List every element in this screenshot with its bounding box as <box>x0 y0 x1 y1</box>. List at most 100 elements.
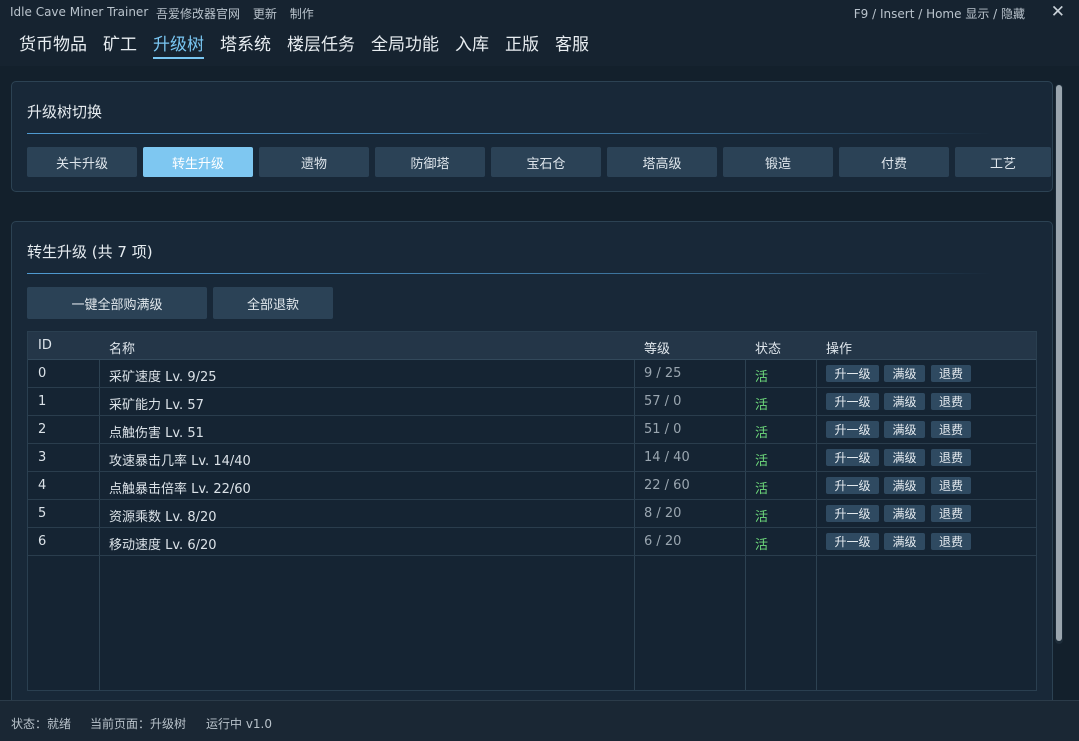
status-text: 状态：就绪 <box>11 717 72 731</box>
cell-id: 6 <box>38 534 47 549</box>
tree-tab-forge[interactable]: 锻造 <box>723 147 833 177</box>
tree-tab-relics[interactable]: 遗物 <box>259 147 369 177</box>
upgrade-one-button[interactable]: 升一级 <box>826 533 879 550</box>
table-row: 6 移动速度 Lv. 6/20 6 / 20 活 升一级 满级 退费 <box>28 528 1036 556</box>
column-header-level: 等级 <box>644 342 671 357</box>
column-header-id: ID <box>38 338 52 353</box>
cell-id: 0 <box>38 366 47 381</box>
upgrade-one-button[interactable]: 升一级 <box>826 449 879 466</box>
refund-button[interactable]: 退费 <box>931 477 971 494</box>
close-icon[interactable]: ✕ <box>1051 2 1065 22</box>
refund-all-button[interactable]: 全部退款 <box>213 287 333 319</box>
main-nav: 货币物品 矿工 升级树 塔系统 楼层任务 全局功能 入库 正版 客服 <box>0 28 1079 62</box>
link-official-site[interactable]: 吾爱修改器官网 <box>156 7 240 21</box>
title-bar: Idle Cave Miner Trainer 吾爱修改器官网 更新 制作 F9… <box>0 0 1079 26</box>
cell-level: 9 / 25 <box>644 366 682 381</box>
cell-id: 1 <box>38 394 47 409</box>
tab-support[interactable]: 客服 <box>555 30 589 55</box>
column-header-ops: 操作 <box>826 342 853 357</box>
app-title: Idle Cave Miner Trainer <box>10 5 149 19</box>
table-row: 1 采矿能力 Lv. 57 57 / 0 活 升一级 满级 退费 <box>28 388 1036 416</box>
cell-name: 采矿速度 Lv. 9/25 <box>109 370 217 385</box>
cell-level: 51 / 0 <box>644 422 682 437</box>
column-header-name: 名称 <box>109 342 136 357</box>
cell-level: 22 / 60 <box>644 478 690 493</box>
tab-upgrade-tree[interactable]: 升级树 <box>153 30 204 59</box>
table-row: 0 采矿速度 Lv. 9/25 9 / 25 活 升一级 满级 退费 <box>28 360 1036 388</box>
max-level-button[interactable]: 满级 <box>884 533 925 550</box>
status-bar: 状态：就绪 当前页面：升级树 运行中 v1.0 <box>0 700 1079 741</box>
tree-tab-gem-vault[interactable]: 宝石仓 <box>491 147 601 177</box>
cell-level: 6 / 20 <box>644 534 682 549</box>
upgrade-one-button[interactable]: 升一级 <box>826 365 879 382</box>
max-level-button[interactable]: 满级 <box>884 477 925 494</box>
cell-status: 活 <box>755 454 769 469</box>
tab-genuine[interactable]: 正版 <box>505 30 539 55</box>
cell-name: 点触伤害 Lv. 51 <box>109 426 204 441</box>
tree-tab-paid[interactable]: 付费 <box>839 147 949 177</box>
link-update[interactable]: 更新 <box>253 7 277 21</box>
table-row: 4 点触暴击倍率 Lv. 22/60 22 / 60 活 升一级 满级 退费 <box>28 472 1036 500</box>
tree-tab-level[interactable]: 关卡升级 <box>27 147 137 177</box>
cell-id: 2 <box>38 422 47 437</box>
max-level-button[interactable]: 满级 <box>884 505 925 522</box>
tree-tab-rebirth[interactable]: 转生升级 <box>143 147 253 177</box>
upgrade-one-button[interactable]: 升一级 <box>826 421 879 438</box>
title-divider <box>27 133 992 134</box>
table-row: 2 点触伤害 Lv. 51 51 / 0 活 升一级 满级 退费 <box>28 416 1036 444</box>
link-credits[interactable]: 制作 <box>290 7 314 21</box>
refund-button[interactable]: 退费 <box>931 393 971 410</box>
column-header-status: 状态 <box>755 342 782 357</box>
upgrade-one-button[interactable]: 升一级 <box>826 477 879 494</box>
max-level-button[interactable]: 满级 <box>884 365 925 382</box>
tab-currency-items[interactable]: 货币物品 <box>19 30 87 55</box>
cell-status: 活 <box>755 398 769 413</box>
tree-tab-tower-advanced[interactable]: 塔高级 <box>607 147 717 177</box>
cell-status: 活 <box>755 538 769 553</box>
title-links: 吾爱修改器官网 更新 制作 <box>156 5 323 22</box>
list-title: 转生升级 (共 7 项) <box>27 243 153 261</box>
refund-button[interactable]: 退费 <box>931 365 971 382</box>
tab-global-functions[interactable]: 全局功能 <box>371 30 439 55</box>
tree-tab-crafting[interactable]: 工艺 <box>955 147 1051 177</box>
table-row: 3 攻速暴击几率 Lv. 14/40 14 / 40 活 升一级 满级 退费 <box>28 444 1036 472</box>
content-area: 升级树切换 关卡升级 转生升级 遗物 防御塔 宝石仓 塔高级 锻造 付费 工艺 … <box>0 66 1079 700</box>
tree-switch-panel: 升级树切换 关卡升级 转生升级 遗物 防御塔 宝石仓 塔高级 锻造 付费 工艺 <box>11 81 1053 192</box>
table-header: ID 名称 等级 状态 操作 <box>28 332 1036 360</box>
cell-status: 活 <box>755 370 769 385</box>
max-level-button[interactable]: 满级 <box>884 393 925 410</box>
scrollbar-thumb[interactable] <box>1056 85 1062 641</box>
refund-button[interactable]: 退费 <box>931 533 971 550</box>
cell-level: 14 / 40 <box>644 450 690 465</box>
tab-floor-tasks[interactable]: 楼层任务 <box>287 30 355 55</box>
max-level-button[interactable]: 满级 <box>884 421 925 438</box>
upgrade-one-button[interactable]: 升一级 <box>826 505 879 522</box>
tree-tab-defense-tower[interactable]: 防御塔 <box>375 147 485 177</box>
current-page-text: 当前页面：升级树 <box>90 717 187 731</box>
tab-miners[interactable]: 矿工 <box>103 30 137 55</box>
cell-id: 3 <box>38 450 47 465</box>
max-level-button[interactable]: 满级 <box>884 449 925 466</box>
buy-all-max-button[interactable]: 一键全部购满级 <box>27 287 207 319</box>
cell-name: 移动速度 Lv. 6/20 <box>109 538 217 553</box>
refund-button[interactable]: 退费 <box>931 449 971 466</box>
cell-id: 5 <box>38 506 47 521</box>
cell-name: 点触暴击倍率 Lv. 22/60 <box>109 482 251 497</box>
tree-switch-title: 升级树切换 <box>27 103 103 121</box>
upgrade-one-button[interactable]: 升一级 <box>826 393 879 410</box>
hotkey-hint: F9 / Insert / Home 显示 / 隐藏 <box>853 7 1025 21</box>
cell-name: 采矿能力 Lv. 57 <box>109 398 204 413</box>
list-title-divider <box>27 273 992 274</box>
refund-button[interactable]: 退费 <box>931 421 971 438</box>
upgrade-list-panel: 转生升级 (共 7 项) 一键全部购满级 全部退款 ID 名称 等级 状态 操作… <box>11 221 1053 700</box>
running-version-text: 运行中 v1.0 <box>206 717 273 731</box>
cell-level: 8 / 20 <box>644 506 682 521</box>
refund-button[interactable]: 退费 <box>931 505 971 522</box>
tab-library[interactable]: 入库 <box>455 30 489 55</box>
cell-name: 攻速暴击几率 Lv. 14/40 <box>109 454 251 469</box>
tab-tower-system[interactable]: 塔系统 <box>220 30 271 55</box>
upgrade-table: ID 名称 等级 状态 操作 0 采矿速度 Lv. 9/25 9 / 25 活 … <box>27 331 1037 691</box>
cell-level: 57 / 0 <box>644 394 682 409</box>
cell-name: 资源乘数 Lv. 8/20 <box>109 510 217 525</box>
cell-status: 活 <box>755 510 769 525</box>
